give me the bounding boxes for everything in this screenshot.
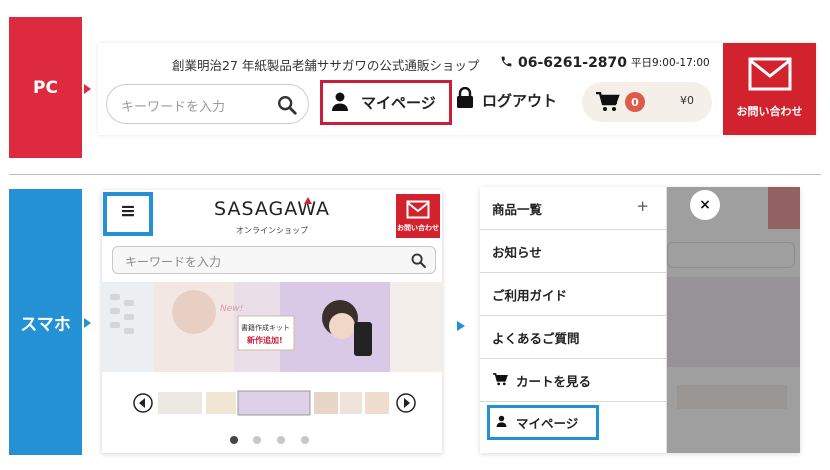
close-menu-button[interactable]: ×	[690, 190, 720, 220]
dot-2[interactable]	[253, 436, 261, 444]
cart-icon	[493, 371, 508, 390]
menu-item-label: お知らせ	[492, 244, 542, 260]
brand-name: SASAGAWA	[214, 198, 330, 220]
cart-icon	[596, 91, 620, 116]
menu-item-label: カートを見る	[516, 373, 592, 389]
thumbnail-3-active[interactable]	[237, 390, 311, 416]
pc-section-label: PC	[9, 17, 82, 158]
carousel-dots	[230, 430, 310, 444]
shop-tagline: 創業明治27 年紙製品老舗ササガワの公式通販ショップ	[172, 58, 480, 73]
mobile-search-input[interactable]: キーワードを入力	[112, 246, 436, 274]
cart-amount: ¥0	[680, 94, 694, 107]
brand-subtitle: オンラインショップ	[236, 226, 308, 235]
thumbnail-5[interactable]	[340, 392, 362, 414]
mobile-contact-button[interactable]: お問い合わせ	[396, 194, 440, 238]
lock-icon	[456, 86, 474, 113]
cart-button[interactable]: 0 ¥0	[582, 82, 712, 122]
sp-label-text: スマホ	[20, 314, 71, 335]
comparison-figure: PC 創業明治27 年紙製品老舗ササガワの公式通販ショップ 06-6261-28…	[0, 0, 830, 470]
dot-3[interactable]	[277, 436, 285, 444]
pc-pointer-icon	[84, 84, 91, 94]
carousel-thumbnails	[132, 389, 422, 417]
pc-mypage-button[interactable]: マイページ	[320, 80, 452, 125]
pc-contact-button[interactable]: お問い合わせ	[723, 43, 816, 135]
menu-item-label: ご利用ガイド	[492, 287, 568, 303]
logout-label: ログアウト	[482, 91, 558, 110]
prev-arrow-icon[interactable]	[133, 393, 153, 413]
mail-icon	[406, 200, 430, 223]
banner-badge: New!	[220, 304, 244, 314]
banner-kit-line1: 書籍作成キット	[241, 324, 290, 332]
dot-1-active[interactable]	[230, 436, 238, 444]
drawer-menu: 商品一覧 + お知らせ ご利用ガイド よくあるご質問 カートを見る マイページ	[480, 187, 667, 453]
menu-item-cart[interactable]: カートを見る	[480, 359, 667, 402]
phone-icon	[500, 53, 513, 72]
dim-overlay[interactable]	[667, 187, 800, 453]
search-icon[interactable]	[410, 252, 427, 273]
next-arrow-icon[interactable]	[396, 393, 416, 413]
phone-number[interactable]: 06-6261-2870	[518, 55, 627, 71]
user-icon	[331, 92, 349, 116]
section-divider	[9, 174, 821, 175]
hamburger-menu-button[interactable]: ≡	[103, 192, 153, 236]
pc-search-input[interactable]: キーワードを入力	[106, 84, 309, 124]
mypage-label: マイページ	[361, 94, 436, 112]
expand-plus-icon[interactable]: +	[636, 197, 649, 215]
transition-arrow-icon	[457, 321, 465, 331]
banner-kit-line2: 新作追加!	[247, 336, 283, 345]
phone-hours: 平日9:00-17:00	[631, 57, 710, 69]
logout-button[interactable]: ログアウト	[456, 86, 558, 113]
dot-4[interactable]	[301, 436, 309, 444]
contact-label: お問い合わせ	[397, 224, 439, 232]
menu-item-mypage[interactable]: マイページ	[487, 405, 599, 440]
menu-item-guide[interactable]: ご利用ガイド	[480, 273, 667, 316]
mail-icon	[748, 57, 792, 95]
thumbnail-2[interactable]	[206, 392, 236, 414]
sp-pointer-icon	[84, 318, 91, 328]
pc-header: 創業明治27 年紙製品老舗ササガワの公式通販ショップ 06-6261-2870 …	[98, 43, 816, 135]
thumbnail-1[interactable]	[158, 392, 202, 414]
phone-info: 06-6261-2870 平日9:00-17:00	[500, 53, 710, 72]
mobile-menu-screen: 商品一覧 + お知らせ ご利用ガイド よくあるご質問 カートを見る マイページ …	[480, 187, 800, 453]
user-icon	[496, 413, 507, 432]
menu-item-products[interactable]: 商品一覧 +	[480, 187, 667, 230]
search-icon[interactable]	[276, 94, 298, 120]
menu-item-news[interactable]: お知らせ	[480, 230, 667, 273]
mobile-home-screen: ≡ SASAGAWA オンラインショップ お問い合わせ キーワードを入力 New…	[102, 190, 442, 453]
contact-label: お問い合わせ	[736, 105, 803, 118]
menu-item-label: 商品一覧	[492, 201, 543, 217]
hero-banner-carousel[interactable]: New! 書籍作成キット 新作追加!	[102, 282, 442, 372]
pc-label-text: PC	[33, 77, 58, 98]
sp-section-label: スマホ	[9, 189, 82, 455]
brand-logo[interactable]: SASAGAWA	[202, 197, 342, 220]
thumbnail-6[interactable]	[365, 392, 389, 414]
menu-item-label: よくあるご質問	[492, 330, 580, 346]
search-placeholder: キーワードを入力	[121, 100, 226, 115]
hamburger-icon: ≡	[120, 200, 136, 222]
logo-mark-icon	[304, 197, 312, 204]
menu-item-faq[interactable]: よくあるご質問	[480, 316, 667, 359]
close-icon: ×	[699, 197, 711, 213]
cart-count-badge: 0	[625, 92, 645, 112]
menu-item-label: マイページ	[516, 416, 579, 431]
thumbnail-4[interactable]	[314, 392, 338, 414]
search-placeholder: キーワードを入力	[125, 255, 222, 269]
